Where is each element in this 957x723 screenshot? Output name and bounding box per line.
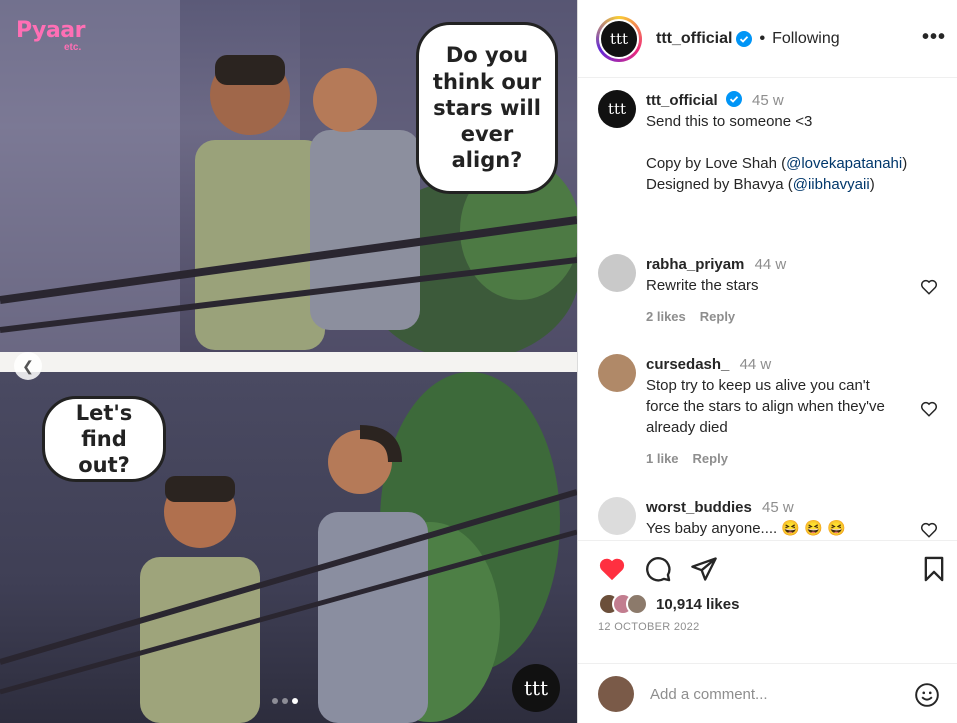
speech-bubble-bottom: Let's find out?: [42, 396, 166, 482]
comment-avatar[interactable]: [598, 354, 636, 392]
add-comment-bar: [578, 663, 957, 723]
likes-summary[interactable]: 10,914 likes: [598, 593, 739, 615]
comment-avatar[interactable]: [598, 254, 636, 292]
more-options-icon[interactable]: •••: [922, 26, 946, 49]
comic-panel-top: Pyaar etc. Do you think our stars will e…: [0, 0, 577, 362]
comment-clip: worst_buddies 45 w Yes baby anyone.... 😆…: [578, 490, 957, 539]
comment-time[interactable]: 44 w: [755, 256, 787, 273]
mention-link[interactable]: @lovekapatanahi: [786, 155, 902, 172]
caption-credit-design: Designed by Bhavya (@iibhavyaii): [646, 174, 907, 195]
brand-logo-sub: etc.: [64, 42, 82, 53]
share-icon[interactable]: [690, 555, 718, 583]
reply-button[interactable]: Reply: [700, 309, 735, 324]
comment-avatar[interactable]: [598, 497, 636, 535]
caption-credit-copy: Copy by Love Shah (@lovekapatanahi): [646, 153, 907, 174]
comment-time[interactable]: 44 w: [740, 356, 772, 373]
post-caption: ttt ttt_official 45 w Send this to someo…: [598, 90, 948, 195]
watermark-logo: ttt: [512, 664, 560, 712]
comment-text: Stop try to keep us alive you can't forc…: [646, 377, 885, 436]
caption-time[interactable]: 45 w: [752, 92, 784, 109]
caption-avatar[interactable]: ttt: [598, 90, 636, 128]
post-media[interactable]: Pyaar etc. Do you think our stars will e…: [0, 0, 577, 723]
reply-button[interactable]: Reply: [693, 451, 728, 466]
comment-text: Rewrite the stars: [646, 277, 759, 294]
likes-count[interactable]: 10,914 likes: [656, 596, 739, 613]
comment-time[interactable]: 45 w: [762, 499, 794, 516]
comment-likes[interactable]: 1 like: [646, 451, 679, 466]
heart-outline-icon[interactable]: [920, 521, 938, 539]
story-ring[interactable]: ttt: [596, 15, 642, 62]
carousel-prev-button[interactable]: ❮: [14, 352, 42, 380]
comment-likes[interactable]: 2 likes: [646, 309, 686, 324]
comment-username[interactable]: cursedash_: [646, 356, 729, 373]
verified-badge-icon: [725, 91, 742, 107]
comment-input[interactable]: [650, 685, 900, 703]
heart-outline-icon[interactable]: [920, 278, 938, 296]
post-sidebar: ttt ttt_official • Following ••• ttt ttt…: [577, 0, 957, 723]
chevron-left-icon: ❮: [22, 357, 34, 374]
comment-item: cursedash_ 44 w Stop try to keep us aliv…: [598, 354, 948, 469]
comment-text: Yes baby anyone.... 😆 😆 😆: [646, 520, 846, 537]
caption-text: ): [869, 176, 875, 193]
comment-username[interactable]: rabha_priyam: [646, 256, 744, 273]
caption-text: ): [902, 155, 908, 172]
comment-username[interactable]: worst_buddies: [646, 499, 752, 516]
comment-item: rabha_priyam 44 w Rewrite the stars 2 li…: [598, 254, 948, 327]
caption-username[interactable]: ttt_official: [646, 92, 718, 109]
brand-logo: Pyaar: [16, 18, 85, 43]
emoji-icon[interactable]: [914, 682, 940, 708]
following-button[interactable]: Following: [772, 30, 840, 48]
carousel-dot: [282, 698, 288, 704]
speech-bubble-top: Do you think our stars will ever align?: [416, 22, 558, 194]
current-user-avatar: [598, 676, 634, 712]
caption-text: Copy by Love Shah (: [646, 155, 787, 172]
avatar: ttt: [599, 18, 639, 59]
mention-link[interactable]: @iibhavyaii: [793, 176, 870, 193]
post-header: ttt ttt_official • Following •••: [578, 0, 957, 78]
separator-dot: •: [759, 29, 766, 47]
carousel-dot: [272, 698, 278, 704]
post-date[interactable]: 12 OCTOBER 2022: [598, 621, 700, 633]
like-heart-icon[interactable]: [598, 555, 626, 583]
liker-avatar: [626, 593, 648, 615]
verified-badge-icon: [736, 30, 753, 47]
comment-icon[interactable]: [644, 555, 672, 583]
post-actions: 10,914 likes 12 OCTOBER 2022: [578, 540, 957, 723]
caption-text: Designed by Bhavya (: [646, 176, 793, 193]
carousel-indicator: [272, 698, 298, 704]
save-bookmark-icon[interactable]: [920, 555, 948, 583]
comment-item: worst_buddies 45 w Yes baby anyone.... 😆…: [598, 497, 948, 539]
carousel-dot-active: [292, 698, 298, 704]
header-username[interactable]: ttt_official: [656, 30, 732, 48]
caption-line: Send this to someone <3: [646, 113, 813, 130]
heart-outline-icon[interactable]: [920, 400, 938, 418]
